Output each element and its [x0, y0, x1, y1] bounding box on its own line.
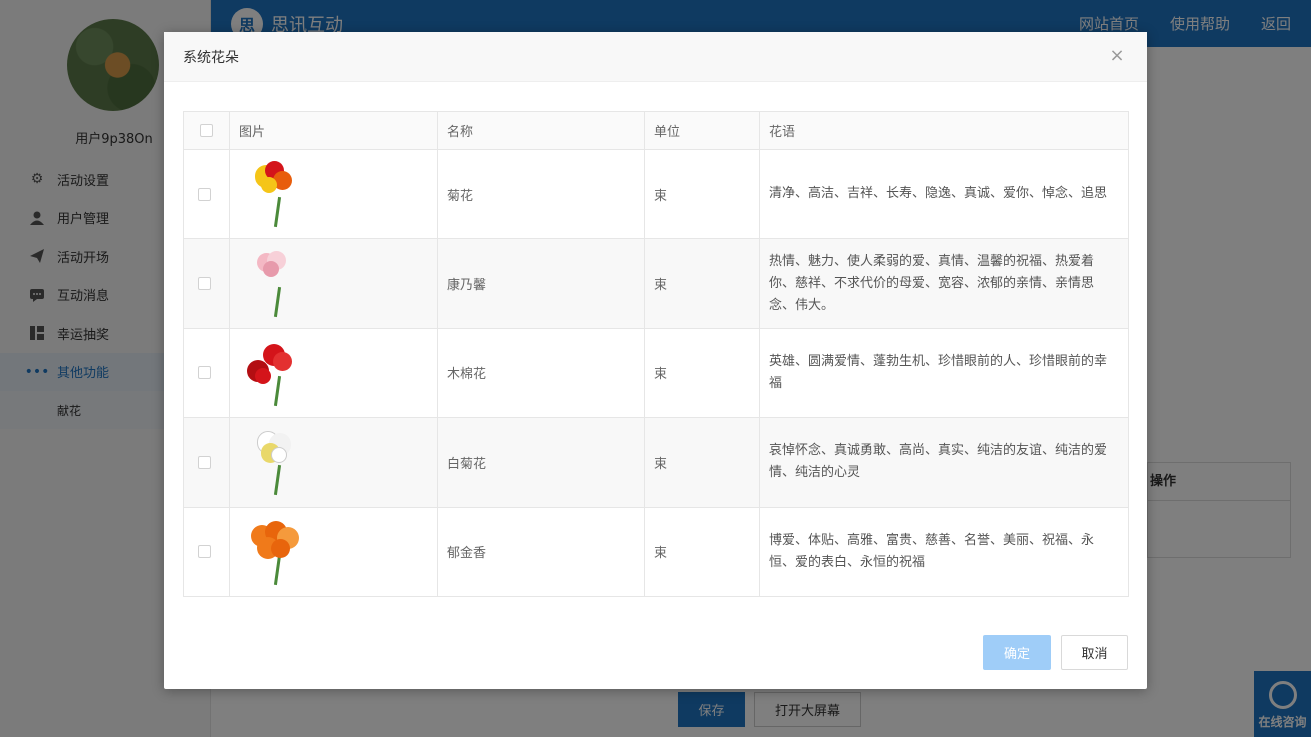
flower-image-cell	[229, 327, 438, 419]
flower-image-cell	[229, 148, 438, 240]
table-row: 白菊花束哀悼怀念、真诚勇敢、高尚、真实、纯洁的友谊、纯洁的爱情、纯洁的心灵	[183, 417, 1129, 508]
flower-table: 图片 名称 单位 花语 菊花束清净、高洁、吉祥、长寿、隐逸、真诚、爱你、悼念、追…	[183, 111, 1129, 597]
flower-unit-cell: 束	[644, 327, 760, 419]
row-checkbox[interactable]	[198, 545, 211, 559]
column-header-image: 图片	[229, 111, 438, 150]
table-row: 郁金香束博爱、体贴、高雅、富贵、慈善、名誉、美丽、祝福、永恒、爱的表白、永恒的祝…	[183, 506, 1129, 597]
flower-bouquet-image	[243, 427, 313, 497]
flower-bouquet-image	[243, 517, 313, 587]
row-checkbox[interactable]	[198, 277, 211, 291]
table-row: 木棉花束英雄、圆满爱情、蓬勃生机、珍惜眼前的人、珍惜眼前的幸福	[183, 327, 1129, 419]
flower-name-cell: 郁金香	[437, 506, 645, 597]
select-all-cell	[183, 111, 230, 150]
flower-language-cell: 哀悼怀念、真诚勇敢、高尚、真实、纯洁的友谊、纯洁的爱情、纯洁的心灵	[759, 417, 1129, 508]
flower-bouquet-image	[243, 159, 313, 229]
confirm-button[interactable]: 确定	[983, 635, 1051, 670]
cancel-button[interactable]: 取消	[1061, 635, 1128, 670]
flower-image-cell	[229, 417, 438, 508]
flower-name-cell: 康乃馨	[437, 238, 645, 329]
column-header-unit: 单位	[644, 111, 760, 150]
modal-header: 系统花朵	[164, 32, 1147, 82]
row-checkbox[interactable]	[198, 455, 211, 469]
modal-footer: 确定 取消	[983, 635, 1128, 670]
flower-unit-cell: 束	[644, 238, 760, 329]
flower-unit-cell: 束	[644, 417, 760, 508]
flower-language-cell: 英雄、圆满爱情、蓬勃生机、珍惜眼前的人、珍惜眼前的幸福	[759, 327, 1129, 419]
column-header-flower-language: 花语	[759, 111, 1129, 150]
row-checkbox[interactable]	[198, 187, 211, 201]
system-flowers-dialog: 系统花朵 × 图片 名称 单位 花语 菊花束清净、高洁、吉祥、长寿、隐逸、真诚、…	[164, 32, 1147, 689]
flower-name-cell: 白菊花	[437, 417, 645, 508]
table-row: 菊花束清净、高洁、吉祥、长寿、隐逸、真诚、爱你、悼念、追思	[183, 148, 1129, 240]
row-select-cell	[183, 506, 230, 597]
flower-image-cell	[229, 238, 438, 329]
row-select-cell	[183, 417, 230, 508]
flower-unit-cell: 束	[644, 148, 760, 240]
flower-bouquet-image	[243, 249, 313, 319]
row-select-cell	[183, 238, 230, 329]
row-select-cell	[183, 327, 230, 419]
flower-name-cell: 菊花	[437, 148, 645, 240]
column-header-name: 名称	[437, 111, 645, 150]
close-icon[interactable]: ×	[1107, 46, 1127, 66]
row-checkbox[interactable]	[198, 366, 211, 380]
flower-image-cell	[229, 506, 438, 597]
flower-language-cell: 博爱、体贴、高雅、富贵、慈善、名誉、美丽、祝福、永恒、爱的表白、永恒的祝福	[759, 506, 1129, 597]
flower-bouquet-image	[243, 338, 313, 408]
flower-language-cell: 清净、高洁、吉祥、长寿、隐逸、真诚、爱你、悼念、追思	[759, 148, 1129, 240]
modal-title: 系统花朵	[183, 49, 239, 66]
table-row: 康乃馨束热情、魅力、使人柔弱的爱、真情、温馨的祝福、热爱着你、慈祥、不求代价的母…	[183, 238, 1129, 329]
flower-name-cell: 木棉花	[437, 327, 645, 419]
flower-language-cell: 热情、魅力、使人柔弱的爱、真情、温馨的祝福、热爱着你、慈祥、不求代价的母爱、宽容…	[759, 238, 1129, 329]
select-all-checkbox[interactable]	[200, 124, 213, 137]
row-select-cell	[183, 148, 230, 240]
table-header-row: 图片 名称 单位 花语	[183, 111, 1129, 150]
flower-unit-cell: 束	[644, 506, 760, 597]
